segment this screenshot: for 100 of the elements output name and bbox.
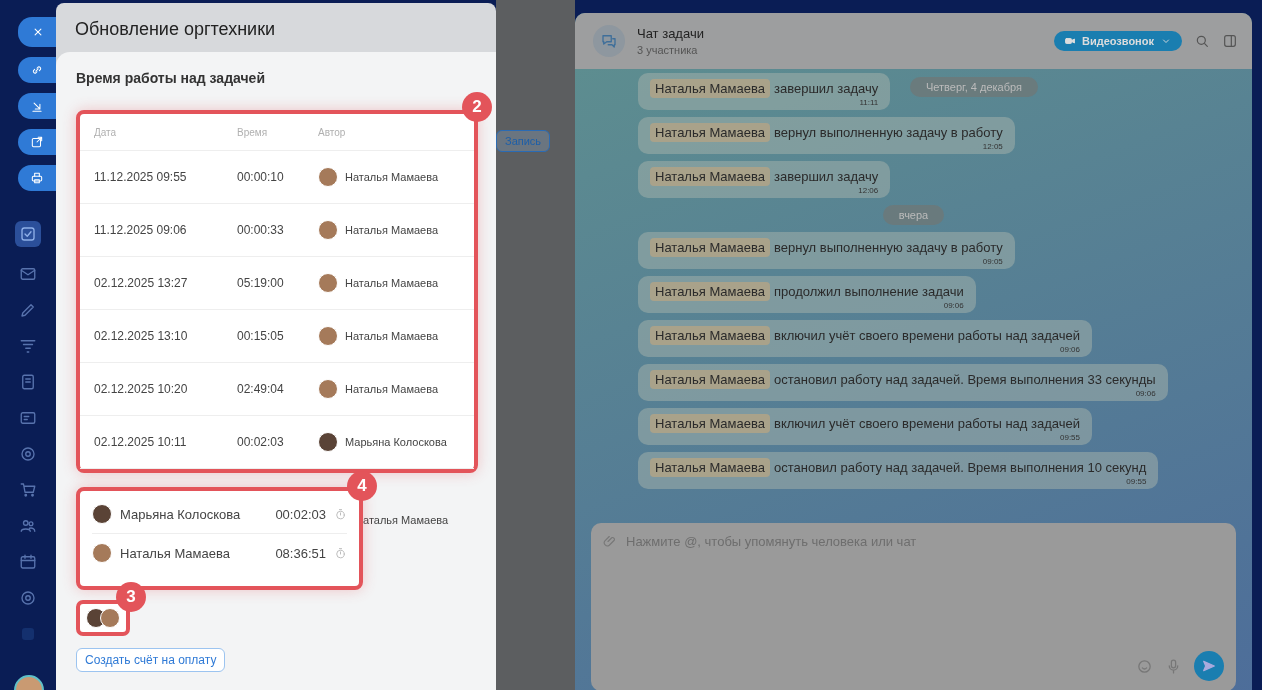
message-time: 11:11: [859, 98, 879, 107]
time-cell-text: 00:15:05: [237, 329, 285, 343]
download-button[interactable]: [18, 93, 56, 119]
message-text: остановил работу над задачей. Время выполнения 33 секунды: [774, 372, 1156, 387]
message-time: 12:05: [982, 142, 1003, 151]
column-header: Автор: [318, 126, 347, 138]
author-name: Наталья Мамаева: [345, 330, 439, 342]
participants-count: 3 участника: [637, 44, 699, 56]
user-mention[interactable]: Наталья Мамаева: [650, 370, 770, 389]
participant-name: Наталья Мамаева: [120, 545, 231, 561]
time-total: 00:02:03: [275, 506, 326, 522]
mail-icon[interactable]: [19, 265, 37, 283]
column-header: Дата: [94, 126, 118, 138]
user-mention[interactable]: Наталья Мамаева: [650, 79, 770, 98]
message-text: включил учёт своего времени работы над задачей: [774, 416, 1081, 431]
date-cell-text: 11.12.2025 09:06: [94, 223, 188, 237]
side-panel-icon: [1222, 33, 1238, 49]
document-icon[interactable]: [19, 373, 37, 391]
avatar: [92, 504, 112, 524]
link-icon: [30, 63, 44, 77]
avatar: [318, 167, 338, 187]
message-time: 09:55: [1126, 477, 1147, 486]
user-mention[interactable]: Наталья Мамаева: [650, 282, 770, 301]
avatar: [318, 273, 338, 293]
section-title: Время работы над задачей: [76, 70, 266, 86]
user-mention[interactable]: Наталья Мамаева: [650, 414, 770, 433]
stopwatch-icon: [334, 507, 347, 521]
avatar: [318, 379, 338, 399]
user-mention[interactable]: Наталья Мамаева: [650, 458, 770, 477]
smiley-icon: [1136, 657, 1153, 675]
message-text: вернул выполненную задачу в работу: [774, 125, 1003, 140]
message-text: продолжил выполнение задачи: [774, 284, 964, 299]
pen-icon[interactable]: [19, 301, 37, 319]
avatar: [318, 220, 338, 240]
message-time: 09:55: [1060, 433, 1081, 442]
settings-icon[interactable]: [19, 589, 37, 607]
user-mention[interactable]: Наталья Мамаева: [650, 326, 770, 345]
user-mention[interactable]: Наталья Мамаева: [650, 238, 770, 257]
video-call-button[interactable]: Видеозвонок: [1053, 31, 1182, 51]
user-mention[interactable]: Наталья Мамаева: [650, 123, 770, 142]
author-name: Наталья Мамаева: [345, 171, 439, 183]
chat-title: Чат задачи: [637, 26, 705, 41]
chat-bubbles-icon: [600, 32, 618, 50]
message-time: 09:06: [943, 301, 964, 310]
author-name: Марьяна Колоскова: [345, 436, 447, 448]
search-icon: [1194, 33, 1210, 49]
message-time: 12:06: [858, 186, 879, 195]
avatar: [318, 432, 338, 452]
date-cell-text: 02.12.2025 13:27: [94, 276, 189, 290]
open-external-button[interactable]: [18, 129, 56, 155]
printer-icon: [30, 171, 44, 185]
close-button[interactable]: [18, 17, 58, 47]
participants-avatars[interactable]: [76, 600, 130, 636]
callout-badge: 4: [347, 471, 377, 501]
time-cell-text: 05:19:00: [237, 276, 285, 290]
target-icon[interactable]: [19, 445, 37, 463]
time-cell-text: 00:00:10: [237, 170, 285, 184]
stopwatch-icon: [334, 546, 347, 560]
time-cell-text: 00:00:33: [237, 223, 285, 237]
date-cell-text: 02.12.2025 10:11: [94, 435, 188, 449]
participant-name: Марьяна Колоскова: [120, 506, 242, 522]
calendar-icon[interactable]: [19, 553, 37, 571]
create-invoice-button[interactable]: Создать счёт на оплату: [76, 648, 226, 672]
print-button[interactable]: [18, 165, 56, 191]
date-separator: Четверг, 4 декабря: [910, 77, 1038, 97]
message-time: 09:06: [1135, 389, 1156, 398]
task-icon[interactable]: [15, 221, 41, 247]
time-cell-text: 00:02:03: [237, 435, 285, 449]
modal-title: Обновление оргтехники: [74, 18, 277, 41]
author-name: Наталья Мамаева: [345, 383, 439, 395]
message-text: остановил работу над задачей. Время выполнения 10 секунд: [774, 460, 1147, 475]
users-icon[interactable]: [19, 517, 37, 535]
avatar: [92, 543, 112, 563]
author-name: Наталья Мамаева: [345, 277, 439, 289]
send-button[interactable]: [1194, 651, 1224, 681]
message-text: завершил задачу: [774, 81, 879, 96]
column-header: Время: [237, 126, 269, 138]
external-link-icon: [30, 135, 44, 149]
message-time: 09:06: [1060, 345, 1081, 354]
card-icon[interactable]: [19, 409, 37, 427]
filter-icon[interactable]: [19, 337, 37, 355]
date-separator: вчера: [882, 205, 945, 225]
link-button[interactable]: [18, 57, 56, 83]
author-name: аталья Мамаева: [363, 514, 449, 526]
cart-icon[interactable]: [19, 481, 37, 499]
message-text: включил учёт своего времени работы над задачей: [774, 328, 1081, 343]
date-cell-text: 02.12.2025 10:20: [94, 382, 189, 396]
paperclip-icon: [603, 534, 618, 549]
message-text: вернул выполненную задачу в работу: [774, 240, 1003, 255]
time-total: 08:36:51: [275, 545, 326, 561]
author-name: Наталья Мамаева: [345, 224, 439, 236]
message-time: 09:05: [982, 257, 1003, 266]
video-camera-icon: [1063, 35, 1076, 47]
send-icon: [1201, 658, 1217, 674]
user-mention[interactable]: Наталья Мамаева: [650, 167, 770, 186]
date-cell-text: 02.12.2025 13:10: [94, 329, 189, 343]
time-cell-text: 02:49:04: [237, 382, 285, 396]
avatar: [318, 326, 338, 346]
date-cell-text: 11.12.2025 09:55: [94, 170, 188, 184]
callout-badge: 2: [462, 92, 492, 122]
